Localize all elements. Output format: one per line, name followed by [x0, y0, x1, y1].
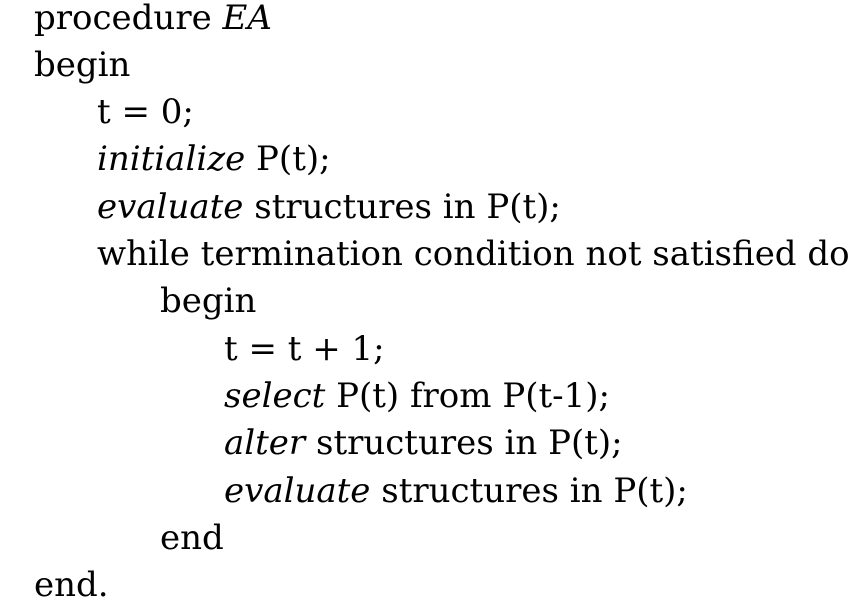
initialize-statement: initialize P(t); — [97, 139, 331, 179]
evaluate-argument-initial: structures in P(t); — [243, 187, 561, 227]
algorithm-pseudocode: procedure EA begin t = 0; initialize P(t… — [0, 0, 867, 611]
time-increment-statement: t = t + 1; — [224, 329, 385, 369]
evaluate-statement-loop: evaluate structures in P(t); — [224, 471, 688, 511]
alter-statement: alter structures in P(t); — [224, 423, 623, 463]
select-keyword: select — [224, 376, 326, 416]
alter-keyword: alter — [224, 423, 306, 463]
select-argument: P(t) from P(t-1); — [325, 376, 610, 416]
evaluate-statement-initial: evaluate structures in P(t); — [97, 187, 561, 227]
time-init-statement: t = 0; — [97, 92, 194, 132]
initialize-argument: P(t); — [245, 139, 331, 179]
inner-begin: begin — [160, 281, 257, 321]
procedure-keyword: procedure — [34, 0, 212, 38]
evaluate-keyword-loop: evaluate — [224, 471, 371, 511]
procedure-name: EA — [222, 0, 272, 38]
inner-end: end — [160, 518, 224, 558]
initialize-keyword: initialize — [97, 139, 246, 179]
procedure-header: procedure EA — [34, 0, 272, 38]
outer-end: end. — [34, 565, 109, 605]
alter-argument: structures in P(t); — [305, 423, 623, 463]
evaluate-keyword-initial: evaluate — [97, 187, 244, 227]
while-loop-header: while termination condition not satisfie… — [97, 234, 850, 274]
outer-begin: begin — [34, 45, 131, 85]
select-statement: select P(t) from P(t-1); — [224, 376, 610, 416]
evaluate-argument-loop: structures in P(t); — [370, 471, 688, 511]
